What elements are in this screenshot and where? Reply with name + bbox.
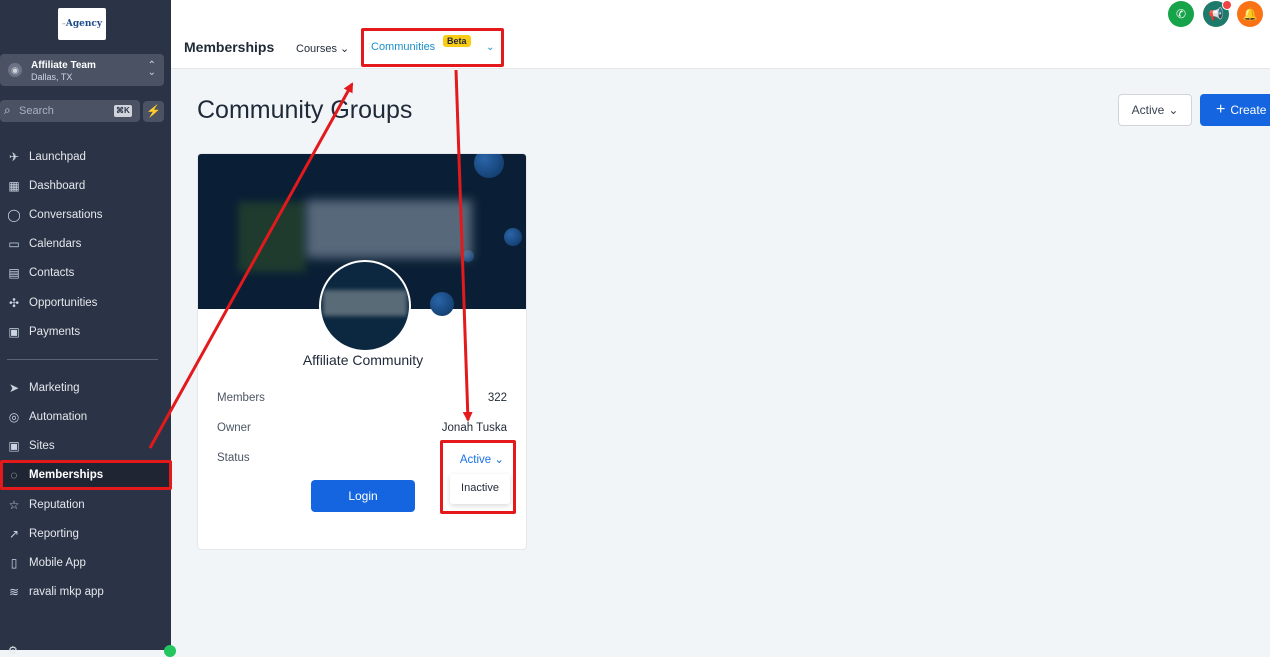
arrow-to-communities	[148, 82, 354, 449]
arrow-to-status	[454, 69, 473, 422]
annotation-arrows	[148, 69, 473, 449]
